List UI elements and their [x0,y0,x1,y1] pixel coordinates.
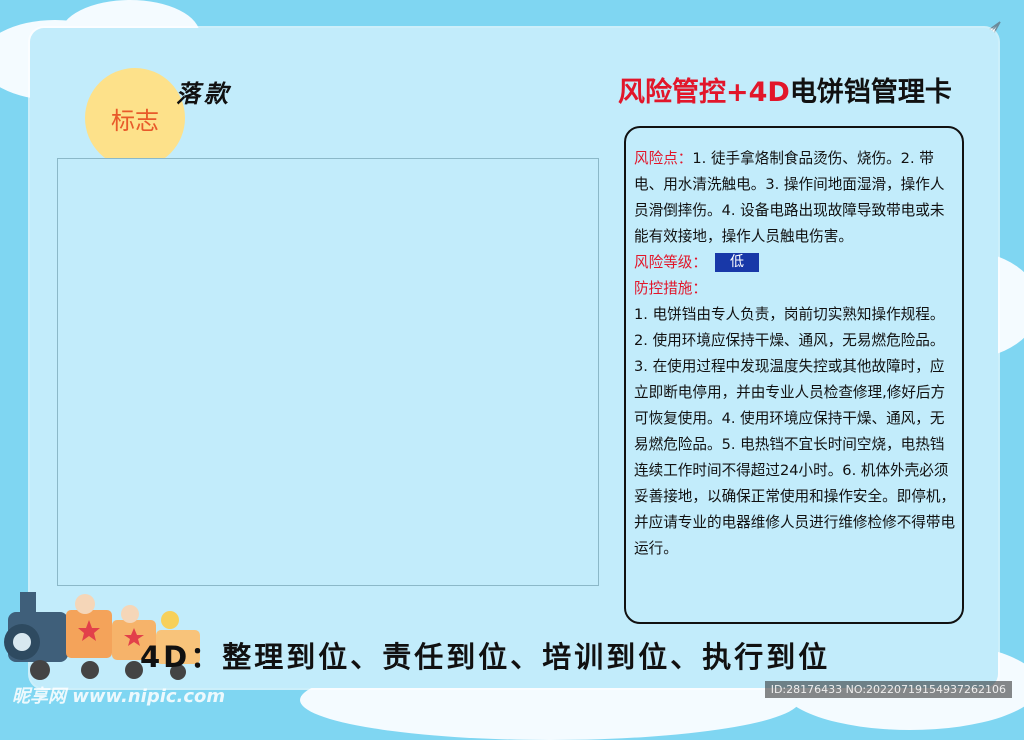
page-title: 风险管控+4D电饼铛管理卡 [618,70,952,109]
measures-label: 防控措施： [634,280,707,297]
watermark-id: ID:28176433 NO:20220719154937262106 [764,681,1012,698]
footer-slogan: 4D：整理到位、责任到位、培训到位、执行到位 [140,640,831,674]
photo-placeholder [57,158,599,586]
risk-level-row: 风险等级： 低 [634,250,956,276]
info-panel: 风险点：1. 徒手拿烙制食品烫伤、烧伤。2. 带电、用水清洗触电。3. 操作间地… [624,126,964,624]
risk-point-section: 风险点：1. 徒手拿烙制食品烫伤、烧伤。2. 带电、用水清洗触电。3. 操作间地… [634,146,956,250]
signature-label: 落款 [176,79,232,108]
risk-level-badge: 低 [714,253,759,272]
logo-placeholder: 标志 [85,68,185,168]
risk-point-label: 风险点： [634,150,693,167]
title-red-part: 风险管控+4D [618,77,790,108]
management-card: 标志 落款 风险管控+4D电饼铛管理卡 风险点：1. 徒手拿烙制食品烫伤、烧伤。… [30,28,998,688]
logo-label: 标志 [111,106,159,135]
watermark-site: 昵享网 www.nipic.com [12,686,226,707]
measures-text: 1. 电饼铛由专人负责，岗前切实熟知操作规程。2. 使用环境应保持干燥、通风，无… [634,306,956,557]
risk-level-label: 风险等级： [634,254,707,271]
title-black-part: 电饼铛管理卡 [789,77,952,108]
